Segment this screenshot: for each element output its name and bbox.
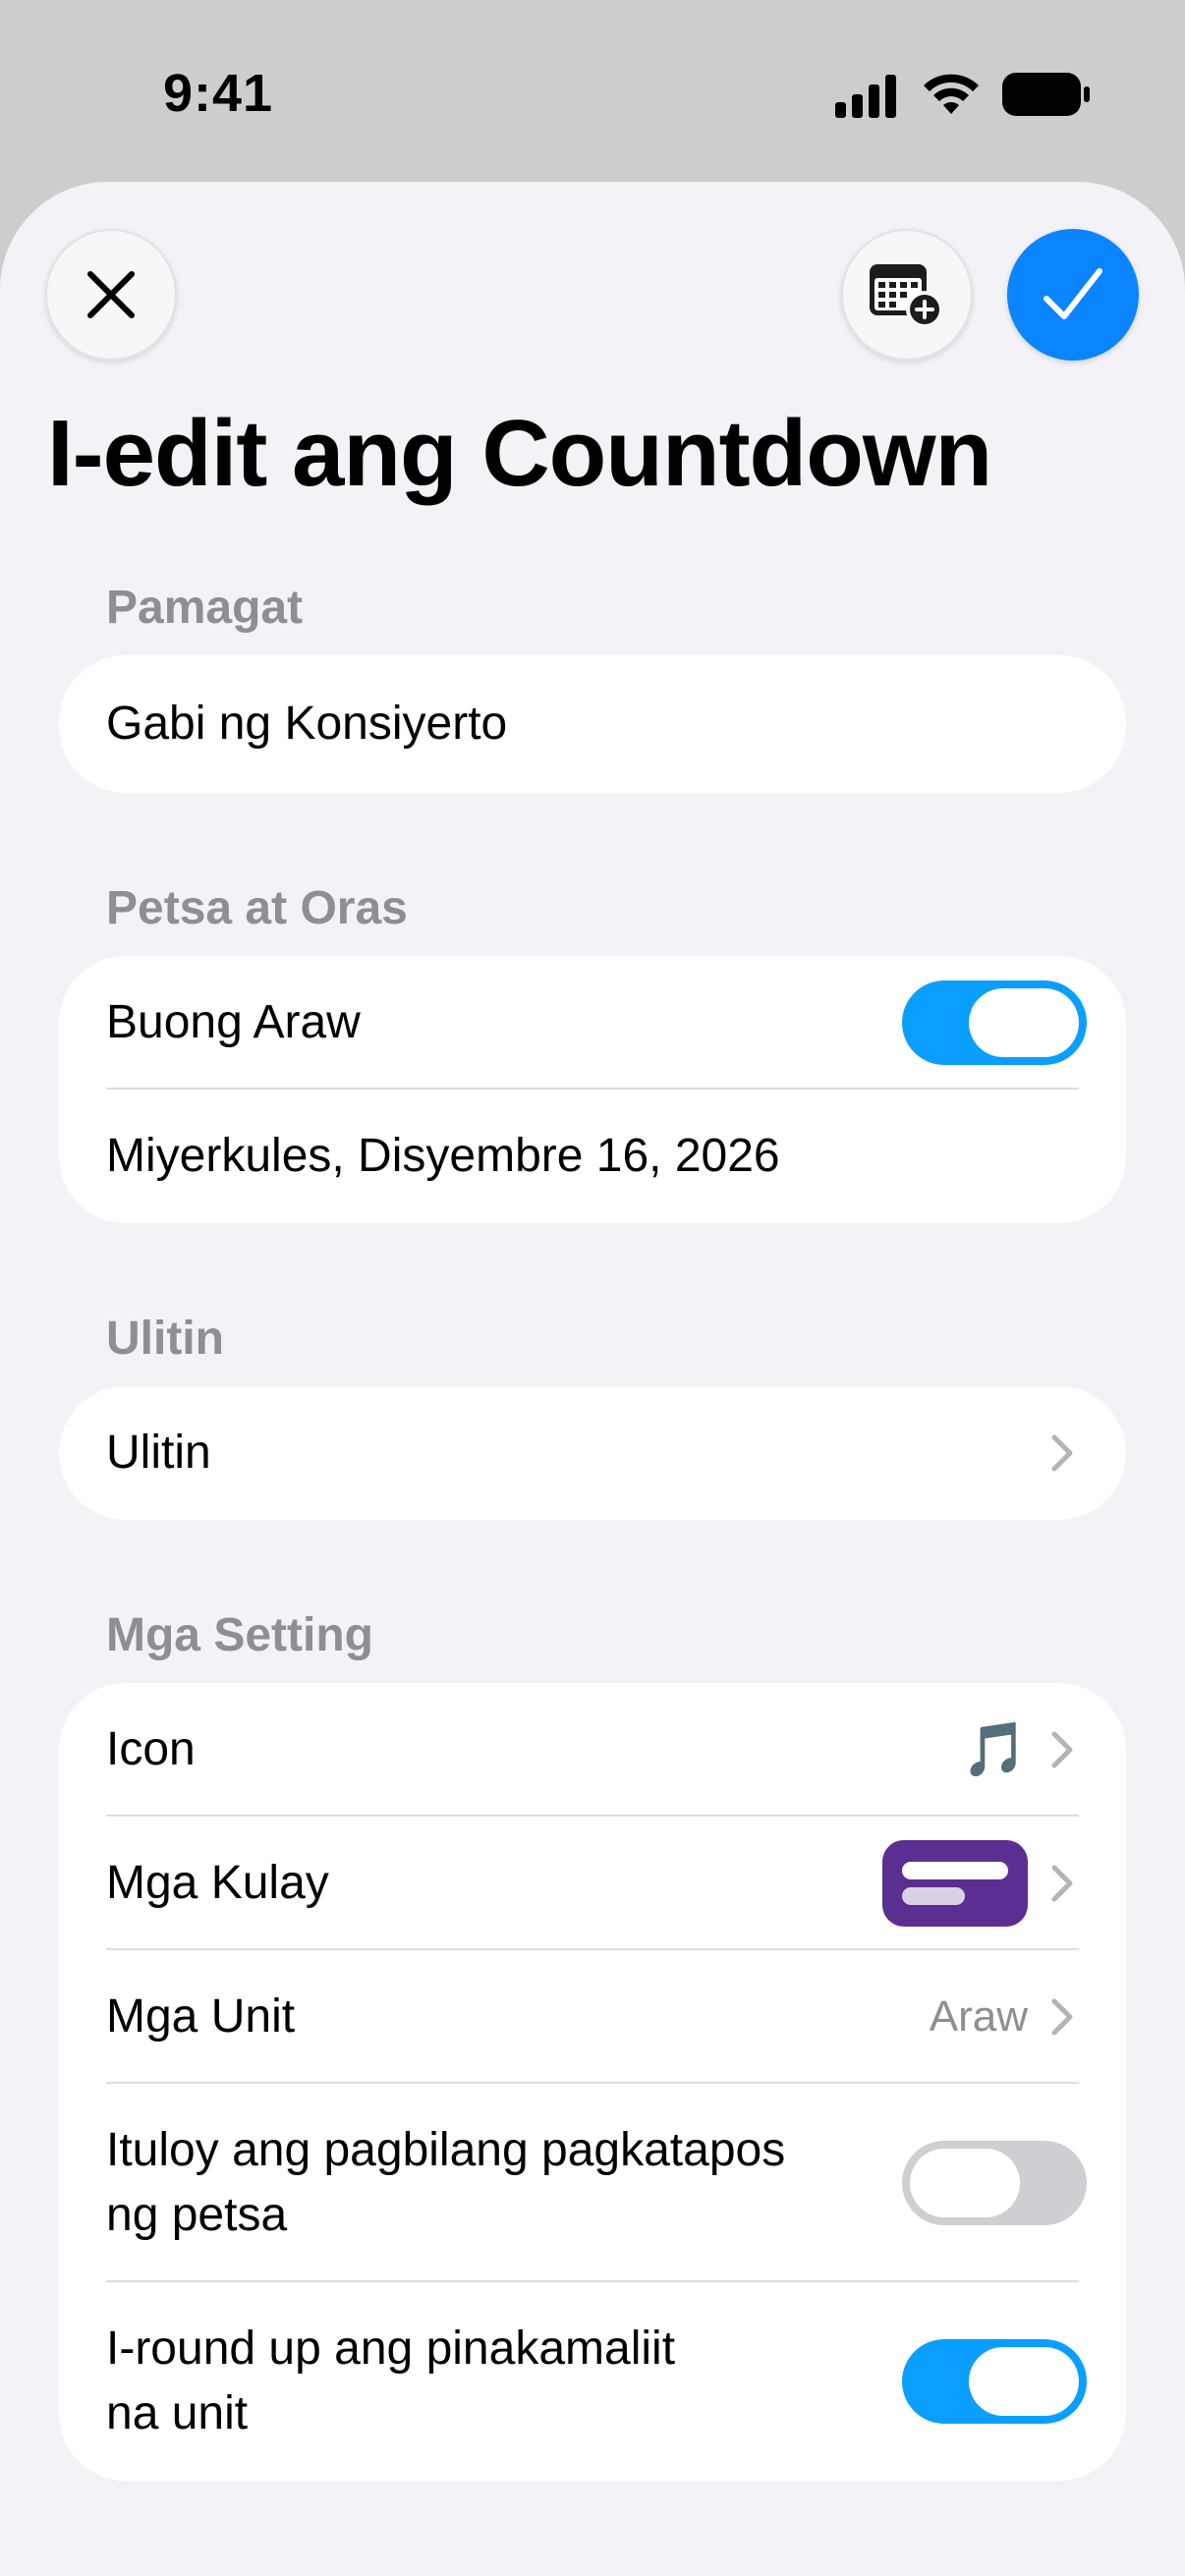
section-header-title: Pamagat [106, 582, 304, 634]
section-header-repeat: Ulitin [106, 1313, 224, 1365]
settings-card: Icon 🎵 Mga Kulay Mga Unit Araw Ituloy an… [59, 1683, 1126, 2481]
xmark-icon [87, 271, 135, 318]
chevron-right-icon [1051, 1998, 1073, 2036]
units-value: Araw [929, 1992, 1028, 2041]
repeat-card: Ulitin [59, 1386, 1126, 1520]
status-icons [835, 69, 1091, 124]
date-value[interactable]: Miyerkules, Disyembre 16, 2026 [106, 1124, 1087, 1189]
title-card: Gabi ng Konsiyerto [59, 655, 1126, 793]
date-row[interactable]: Miyerkules, Disyembre 16, 2026 [59, 1090, 1126, 1223]
icon-row[interactable]: Icon 🎵 [59, 1683, 1126, 1817]
continue-counting-row: Ituloy ang pagbilang pagkatapos ng petsa [59, 2084, 1126, 2282]
round-up-row: I-round up ang pinakamaliit na unit [59, 2282, 1126, 2481]
all-day-toggle[interactable] [902, 980, 1087, 1065]
section-header-date-time: Petsa at Oras [106, 882, 408, 934]
colors-label: Mga Kulay [106, 1857, 329, 1909]
calendar-plus-icon [870, 264, 943, 328]
wifi-icon [924, 74, 979, 114]
all-day-row: Buong Araw [59, 956, 1126, 1090]
edit-countdown-sheet: I-edit ang Countdown Pamagat Gabi ng Kon… [0, 182, 1185, 2576]
done-button[interactable] [1007, 229, 1139, 361]
round-up-label-line2: na unit [106, 2387, 249, 2439]
units-label: Mga Unit [106, 1990, 296, 2043]
status-time: 9:41 [163, 64, 274, 123]
round-up-label: I-round up ang pinakamaliit na unit [106, 2317, 902, 2446]
close-button[interactable] [45, 229, 177, 361]
section-header-settings: Mga Setting [106, 1609, 373, 1661]
round-up-label-line1: I-round up ang pinakamaliit [106, 2323, 676, 2375]
round-up-toggle[interactable] [902, 2339, 1087, 2424]
cellular-signal-icon [835, 75, 896, 118]
music-note-icon: 🎵 [961, 1720, 1028, 1779]
chevron-right-icon [1051, 1731, 1073, 1768]
title-input[interactable]: Gabi ng Konsiyerto [106, 692, 1087, 756]
continue-counting-label-line2: ng petsa [106, 2189, 288, 2241]
date-time-card: Buong Araw Miyerkules, Disyembre 16, 202… [59, 956, 1126, 1223]
icon-label: Icon [106, 1723, 196, 1775]
battery-icon [1002, 73, 1090, 116]
title-input-row[interactable]: Gabi ng Konsiyerto [59, 655, 1126, 793]
repeat-label: Ulitin [106, 1427, 211, 1479]
chevron-right-icon [1051, 1434, 1073, 1472]
colors-row[interactable]: Mga Kulay [59, 1817, 1126, 1950]
add-to-calendar-button[interactable] [841, 229, 973, 361]
repeat-row[interactable]: Ulitin [59, 1386, 1126, 1520]
continue-counting-label: Ituloy ang pagbilang pagkatapos ng petsa [106, 2118, 902, 2248]
color-swatch [882, 1840, 1028, 1927]
continue-counting-label-line1: Ituloy ang pagbilang pagkatapos [106, 2124, 786, 2176]
checkmark-icon [1044, 268, 1102, 319]
status-bar: 9:41 [0, 0, 1185, 187]
page-title: I-edit ang Countdown [47, 401, 992, 506]
continue-counting-toggle[interactable] [902, 2141, 1087, 2225]
all-day-label: Buong Araw [106, 996, 361, 1048]
chevron-right-icon [1051, 1865, 1073, 1902]
units-row[interactable]: Mga Unit Araw [59, 1950, 1126, 2084]
